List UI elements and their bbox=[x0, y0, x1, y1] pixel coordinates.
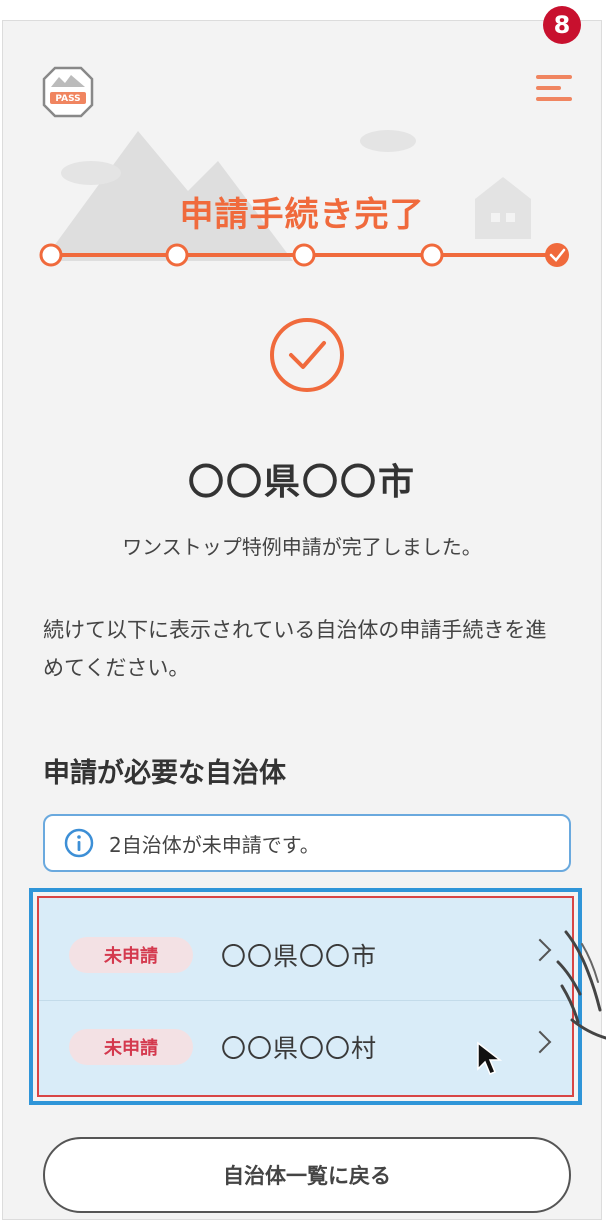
hand-pointer-icon bbox=[556, 930, 606, 1040]
logo-text: PASS bbox=[55, 94, 80, 104]
municipality-title: 〇〇県〇〇市 bbox=[187, 462, 416, 503]
progress-step-2 bbox=[165, 243, 189, 267]
pending-notice: 2自治体が未申請です。 bbox=[43, 814, 571, 872]
back-to-list-button[interactable]: 自治体一覧に戻る bbox=[43, 1137, 571, 1213]
progress-steps bbox=[39, 243, 569, 267]
mouse-cursor-icon bbox=[477, 1041, 502, 1075]
municipality-name: 〇〇県〇〇村 bbox=[221, 1034, 378, 1063]
instruction-text: 続けて以下に表示されている自治体の申請手続きを進めてください。 bbox=[43, 618, 547, 680]
page-title: 申請手続き完了 bbox=[179, 195, 425, 235]
required-municipalities-heading: 申請が必要な自治体 bbox=[43, 758, 286, 789]
municipality-name: 〇〇県〇〇市 bbox=[221, 942, 378, 971]
pending-notice-text: 2自治体が未申請です。 bbox=[109, 832, 320, 857]
furusato-pass-logo[interactable]: PASS bbox=[41, 65, 95, 119]
check-circle-icon bbox=[270, 318, 344, 392]
status-badge: 未申請 bbox=[69, 1029, 193, 1065]
progress-step-3 bbox=[292, 243, 316, 267]
chevron-right-icon bbox=[528, 1030, 552, 1054]
progress-step-5 bbox=[545, 243, 569, 267]
progress-step-1 bbox=[39, 243, 63, 267]
status-badge: 未申請 bbox=[69, 937, 193, 973]
chevron-right-icon bbox=[528, 938, 552, 962]
list-item-municipality-1[interactable]: 未申請 〇〇県〇〇市 bbox=[39, 910, 572, 1001]
completion-message: ワンストップ特例申請が完了しました。 bbox=[122, 535, 482, 559]
hamburger-menu-icon[interactable] bbox=[536, 75, 572, 105]
info-icon bbox=[64, 828, 94, 858]
progress-step-4 bbox=[420, 243, 444, 267]
annotation-step-badge: 8 bbox=[543, 6, 581, 44]
logo-graphic: PASS bbox=[42, 66, 94, 118]
phone-screen: PASS 申請手続き完了 〇〇県〇〇市 ワンストップ特例申請が完了しました。 続… bbox=[2, 20, 602, 1220]
